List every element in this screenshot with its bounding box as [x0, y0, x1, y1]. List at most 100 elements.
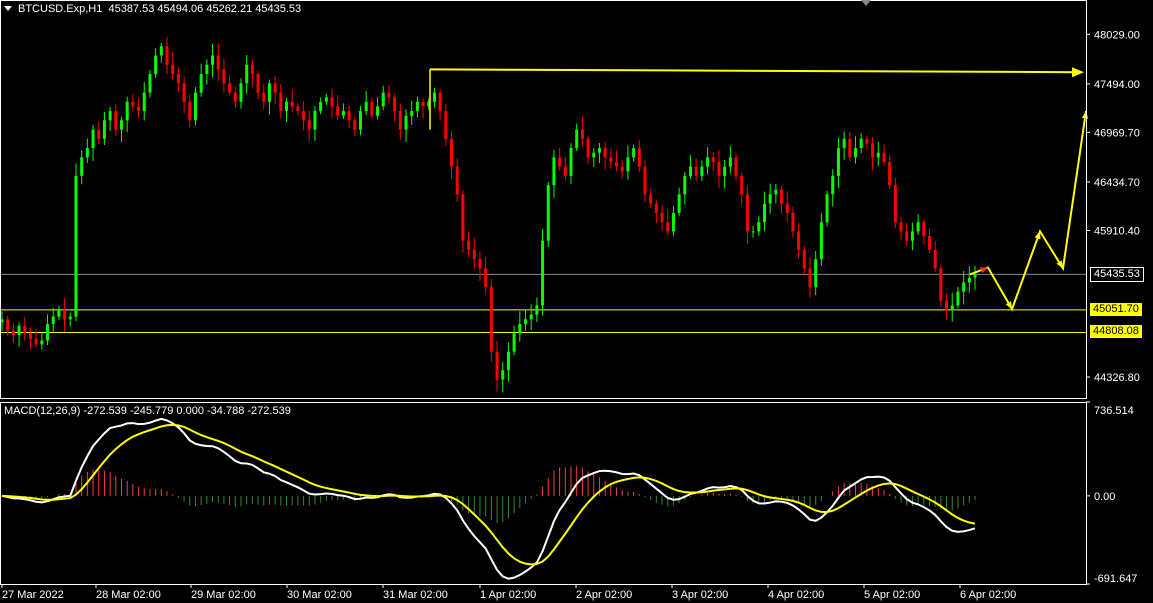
candle-body	[341, 111, 345, 116]
y-tick-label: 46434.70	[1094, 177, 1140, 189]
x-tick-label: 29 Mar 02:00	[191, 589, 256, 601]
macd-line	[1, 417, 976, 580]
candle-body	[836, 148, 840, 176]
x-tick-label: 5 Apr 02:00	[864, 589, 920, 601]
candle-body	[63, 310, 67, 320]
candle-body	[927, 236, 931, 250]
candle-body	[848, 138, 852, 158]
candle-body	[245, 64, 249, 84]
candle-body	[410, 111, 414, 116]
candle-body	[336, 106, 340, 116]
macd-panel[interactable]	[1, 417, 976, 580]
candle-body	[740, 175, 744, 195]
candle-body	[159, 46, 163, 56]
candle-body	[506, 351, 510, 371]
candle-body	[956, 291, 960, 306]
candle-body	[575, 129, 579, 149]
candle-body	[148, 74, 152, 93]
candle-body	[11, 330, 15, 336]
candle-body	[404, 115, 408, 130]
candle-body	[660, 212, 664, 223]
candle-body	[808, 268, 812, 287]
symbol-title: BTCUSD.Exp,H1 45387.53 45494.06 45262.21…	[18, 3, 302, 15]
candle-body	[677, 194, 681, 213]
candle-body	[91, 129, 95, 149]
candle-body	[165, 46, 169, 65]
candle-body	[762, 203, 766, 223]
chart-canvas[interactable]: 48029.00 47494.00 46969.70 46434.70 45910.40…	[0, 0, 1153, 603]
target-arrow-line	[429, 68, 1083, 74]
candle-body	[438, 92, 442, 112]
x-tick-label: 31 Mar 02:00	[383, 589, 448, 601]
candle-body	[563, 166, 567, 176]
dropdown-triangle-icon[interactable]	[4, 6, 12, 11]
candle-body	[57, 310, 61, 317]
candle-body	[421, 101, 425, 107]
candle-body	[819, 222, 823, 260]
candle-body	[745, 194, 749, 232]
candle-body	[797, 231, 801, 250]
candle-body	[193, 92, 197, 121]
candle-body	[211, 55, 215, 65]
candle-body	[632, 148, 636, 158]
candle-body	[108, 111, 112, 121]
x-tick-label: 30 Mar 02:00	[287, 589, 352, 601]
candle-body	[296, 106, 300, 112]
candle-body	[273, 83, 277, 93]
price-panel-border	[0, 0, 1087, 399]
candle-body	[370, 101, 374, 116]
candle-body	[950, 305, 954, 311]
candle-body	[637, 148, 641, 167]
candle-body	[40, 340, 44, 345]
macd-panel-border	[0, 402, 1087, 585]
candle-body	[717, 161, 721, 176]
candle-body	[603, 148, 607, 158]
candle-body	[501, 370, 505, 380]
candle-body	[780, 189, 784, 204]
candle-body	[711, 157, 715, 162]
candle-body	[945, 300, 949, 311]
candle-body	[228, 83, 232, 93]
candle-body	[535, 305, 539, 315]
candle-body	[68, 316, 72, 320]
candle-body	[751, 231, 755, 233]
candle-body	[859, 138, 863, 149]
candle-body	[597, 148, 601, 153]
candle-body	[785, 203, 789, 213]
candle-body	[666, 222, 670, 232]
candle-body	[250, 64, 254, 75]
candle-body	[393, 97, 397, 112]
macd-title: MACD(12,26,9) -272.539 -245.779 0.000 -3…	[4, 405, 291, 417]
candle-body	[569, 148, 573, 176]
candle-body	[899, 222, 903, 232]
candle-body	[973, 274, 977, 278]
candle-body	[728, 157, 732, 167]
candle-body	[364, 101, 368, 112]
zigzag-arrowhead-icon	[1034, 231, 1041, 240]
candle-body	[381, 92, 385, 107]
candle-body	[387, 92, 391, 98]
shift-marker-icon	[861, 0, 871, 6]
candle-body	[893, 185, 897, 223]
candle-body	[74, 175, 78, 317]
chart-frame: 48029.00 47494.00 46969.70 46434.70 45910.40…	[0, 0, 1140, 601]
candle-body	[558, 157, 562, 167]
candle-body	[933, 249, 937, 269]
candle-body	[461, 194, 465, 241]
candle-body	[205, 64, 209, 75]
candle-body	[910, 231, 914, 241]
candle-body	[552, 157, 556, 186]
candle-body	[358, 111, 362, 130]
price-panel[interactable]	[0, 36, 1089, 393]
candle-body	[541, 240, 545, 306]
candle-body	[46, 323, 50, 341]
candle-body	[518, 323, 522, 334]
candle-body	[455, 166, 459, 195]
y-tick-label: 44326.80	[1094, 372, 1140, 384]
candle-body	[23, 325, 27, 334]
candle-body	[137, 106, 141, 112]
candle-body	[444, 111, 448, 139]
candle-body	[262, 92, 266, 102]
current-price-tag: 45435.53	[1090, 267, 1144, 283]
y-tick-label: 48029.00	[1094, 29, 1140, 41]
